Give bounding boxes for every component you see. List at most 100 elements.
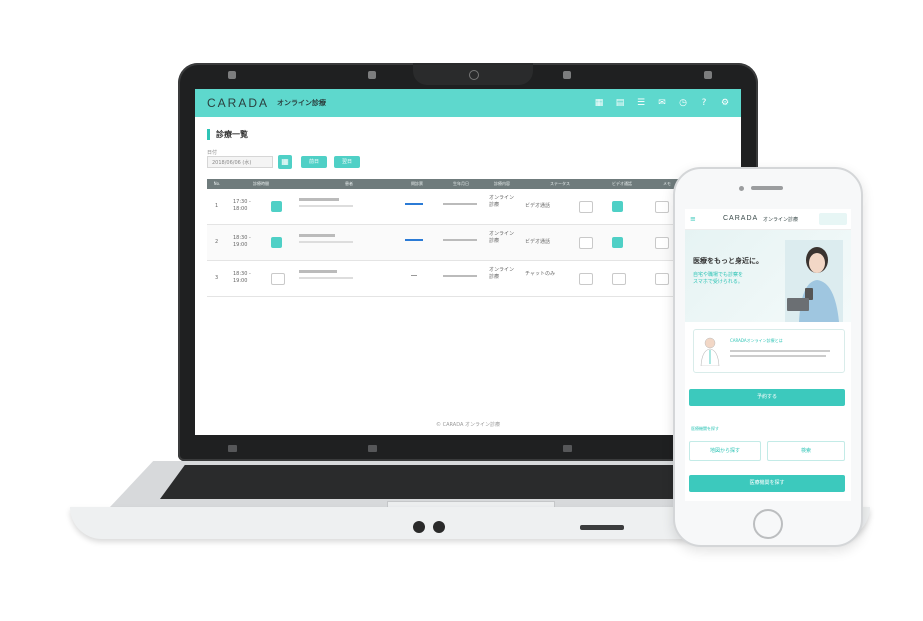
memo-icon[interactable] [655, 273, 669, 285]
about-text-line [730, 350, 830, 352]
hero-banner: 医療をもっと身近に。 自宅や職場でも診察を スマホで受けられる。 [685, 230, 851, 322]
patient-name[interactable] [299, 270, 337, 273]
bezel-dot [704, 71, 712, 79]
video-call-button[interactable] [612, 201, 623, 212]
laptop-foot [413, 521, 425, 533]
memo-icon[interactable] [579, 201, 593, 213]
consultation-type: オンライン診療 [489, 231, 515, 244]
header-nav: ▦ ▤ ☰ ✉ ◷ ? ⚙ [593, 97, 731, 109]
bezel-dot [368, 71, 376, 79]
row-time: 17:30 - 18:00 [233, 199, 251, 212]
document-icon[interactable]: ▤ [614, 97, 626, 109]
product-showcase: CARADA オンライン診療 ▦ ▤ ☰ ✉ ◷ ? ⚙ 診療一覧 日付 201… [0, 0, 923, 621]
col-header: ビデオ通話 [612, 181, 632, 186]
chat-badge-icon[interactable] [271, 237, 282, 248]
col-header: 診療内容 [494, 181, 510, 186]
bezel-dot [368, 445, 377, 452]
chat-badge-icon[interactable] [271, 273, 285, 285]
questionnaire-empty [411, 275, 417, 276]
front-camera-icon [739, 186, 744, 191]
video-call-button[interactable] [612, 273, 626, 285]
laptop-top-bezel [178, 63, 758, 87]
consultation-type: オンライン診療 [489, 267, 515, 280]
table-header: No. 診療時間 患者 問診票 生年月日 診療内容 ステータス ビデオ通話 メモ [207, 179, 741, 189]
next-day-button[interactable]: 翌日 [334, 156, 360, 168]
hero-title: 医療をもっと身近に。 [693, 257, 763, 265]
patient-name[interactable] [299, 198, 339, 201]
home-button[interactable] [753, 509, 783, 539]
memo-icon[interactable] [579, 273, 593, 285]
row-number: 2 [215, 239, 219, 245]
patient-kana [299, 277, 353, 279]
page-title: 診療一覧 [207, 129, 248, 140]
date-field[interactable]: 2018/06/06 (水) [207, 156, 273, 168]
call-status: ビデオ通話 [525, 203, 551, 209]
hero-subtitle: スマホで受けられる。 [693, 279, 743, 285]
prev-day-button[interactable]: 前日 [301, 156, 327, 168]
laptop-port [580, 525, 624, 530]
hero-subtitle: 自宅や職場でも診察を [693, 272, 744, 278]
memo-icon[interactable] [655, 201, 669, 213]
laptop-foot [433, 521, 445, 533]
calendar-picker-button[interactable]: ▦ [278, 155, 292, 169]
col-header: No. [213, 181, 221, 186]
app-header: CARADA オンライン診療 ▦ ▤ ☰ ✉ ◷ ? ⚙ [195, 89, 741, 117]
col-header: 問診票 [411, 181, 423, 186]
brand-subtitle: オンライン診療 [277, 99, 326, 107]
birth-date [443, 275, 477, 277]
col-header: 患者 [345, 181, 353, 186]
questionnaire-link[interactable] [405, 239, 423, 241]
col-header: ステータス [550, 181, 570, 186]
reserve-button[interactable]: 予約する [689, 389, 845, 406]
row-number: 1 [215, 203, 219, 209]
questionnaire-link[interactable] [405, 203, 423, 205]
clock-icon[interactable]: ◷ [677, 97, 689, 109]
about-service-card[interactable]: CARADAオンライン診療とは [693, 329, 845, 373]
bezel-dot [228, 71, 236, 79]
patient-name[interactable] [299, 234, 335, 237]
phone-screen: ≡ CARADA オンライン診療 医療をもっと身近に。 自宅や職場でも診察を ス… [685, 209, 851, 501]
webcam-icon [469, 70, 479, 80]
col-header: 生年月日 [453, 181, 469, 186]
row-time: 18:30 - 19:00 [233, 271, 251, 284]
brand-logo[interactable]: CARADA [207, 96, 269, 110]
page-footer: © CARADA オンライン診療 [436, 422, 500, 428]
table-row[interactable]: 2 18:30 - 19:00 オンライン診療 ビデオ通話 [207, 225, 741, 261]
camera-notch [413, 63, 533, 85]
search-button[interactable]: 検索 [767, 441, 845, 461]
about-title: CARADAオンライン診療とは [730, 338, 783, 343]
calendar-icon[interactable]: ▦ [593, 97, 605, 109]
gear-icon[interactable]: ⚙ [719, 97, 731, 109]
doctor-illustration-icon [700, 337, 720, 366]
help-icon[interactable]: ? [698, 97, 710, 109]
phone-brand-logo[interactable]: CARADA [723, 215, 758, 222]
call-status: チャットのみ [525, 271, 555, 277]
birth-date [443, 239, 477, 241]
phone-header: ≡ CARADA オンライン診療 [685, 209, 851, 230]
laptop-bottom-bezel [178, 445, 758, 455]
memo-icon[interactable] [655, 237, 669, 249]
patient-kana [299, 205, 353, 207]
table-row[interactable]: 3 18:30 - 19:00 オンライン診療 チャットのみ [207, 261, 741, 297]
row-time: 18:30 - 19:00 [233, 235, 251, 248]
about-text-line [730, 355, 826, 357]
list-icon[interactable]: ☰ [635, 97, 647, 109]
mail-icon[interactable]: ✉ [656, 97, 668, 109]
patient-kana [299, 241, 353, 243]
video-call-button[interactable] [612, 237, 623, 248]
login-button[interactable] [819, 213, 847, 225]
map-search-button[interactable]: 地図から探す [689, 441, 761, 461]
woman-with-phone-illustration [785, 240, 843, 322]
hamburger-menu-icon[interactable]: ≡ [690, 215, 696, 223]
col-header: 診療時間 [253, 181, 269, 186]
birth-date [443, 203, 477, 205]
row-number: 3 [215, 275, 219, 281]
find-clinic-button[interactable]: 医療機関を探す [689, 475, 845, 492]
consultation-type: オンライン診療 [489, 195, 515, 208]
call-status: ビデオ通話 [525, 239, 551, 245]
laptop-screen: CARADA オンライン診療 ▦ ▤ ☰ ✉ ◷ ? ⚙ 診療一覧 日付 201… [195, 89, 741, 435]
table-row[interactable]: 1 17:30 - 18:00 オンライン診療 ビデオ通話 [207, 189, 741, 225]
speaker-grille [751, 186, 783, 190]
chat-badge-icon[interactable] [271, 201, 282, 212]
memo-icon[interactable] [579, 237, 593, 249]
